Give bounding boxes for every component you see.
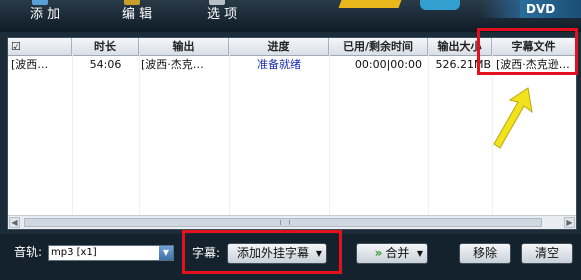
toolbar-decoration-blue: [420, 0, 460, 10]
merge-label: 合并: [385, 246, 410, 260]
audio-track-value: mp3 [x1]: [51, 247, 97, 258]
header-output[interactable]: 输出: [139, 38, 229, 55]
brand-text: DVD: [526, 2, 556, 16]
column-divider: [139, 55, 140, 215]
toolbar-add-button[interactable]: 添 加: [30, 0, 61, 23]
header-progress[interactable]: 进度: [229, 38, 329, 55]
edit-icon: [124, 0, 140, 5]
toolbar-edit-label: 编 辑: [122, 7, 153, 22]
toolbar-add-label: 添 加: [30, 7, 61, 22]
header-duration[interactable]: 时长: [72, 38, 139, 55]
cell-source: [波西…: [11, 58, 49, 71]
cell-elapsed-remaining: 00:00|00:00: [354, 58, 422, 71]
remove-button[interactable]: 移除: [459, 243, 511, 264]
options-icon: [209, 0, 225, 5]
audio-track-select[interactable]: mp3 [x1] ▼: [48, 245, 174, 261]
chevron-down-icon: ▼: [416, 249, 423, 258]
clear-button[interactable]: 清空: [521, 243, 573, 264]
chevron-down-icon[interactable]: ▼: [159, 246, 173, 260]
yellow-arrow-icon: [493, 87, 533, 149]
clear-label: 清空: [534, 246, 559, 260]
toolbar-options-label: 选 项: [207, 7, 238, 22]
add-icon: [32, 0, 48, 5]
audio-track-label: 音轨:: [14, 245, 43, 259]
remove-label: 移除: [472, 246, 497, 260]
column-divider: [329, 55, 330, 215]
logo-wedge: [480, 0, 520, 18]
header-select-all-checkbox[interactable]: ☑: [8, 38, 72, 55]
header-elapsed-remaining[interactable]: 已用/剩余时间: [329, 38, 428, 55]
cell-duration: 54:06: [89, 58, 122, 71]
scroll-right-arrow-icon[interactable]: ▶: [564, 217, 575, 228]
column-divider: [72, 55, 73, 215]
toolbar-decoration: [338, 0, 402, 8]
cell-output: [波西·杰克…: [141, 58, 204, 71]
highlight-box-subtitle-column: [477, 28, 578, 75]
scrollbar-thumb[interactable]: [24, 218, 542, 227]
merge-icon: »: [374, 246, 383, 260]
merge-button[interactable]: » 合并 ▼: [356, 243, 428, 264]
toolbar-edit-button[interactable]: 编 辑: [122, 0, 153, 23]
toolbar-options-button[interactable]: 选 项: [207, 0, 238, 23]
column-divider: [428, 55, 429, 215]
horizontal-scrollbar[interactable]: ◀ ▶: [8, 215, 576, 229]
cell-progress: 准备就绪: [257, 58, 301, 71]
highlight-box-subtitle-controls: [182, 230, 342, 274]
scrollbar-grip: [280, 220, 290, 225]
scroll-left-arrow-icon[interactable]: ◀: [9, 217, 20, 228]
brand-logo: DVD: [480, 0, 581, 18]
column-divider: [229, 55, 230, 215]
